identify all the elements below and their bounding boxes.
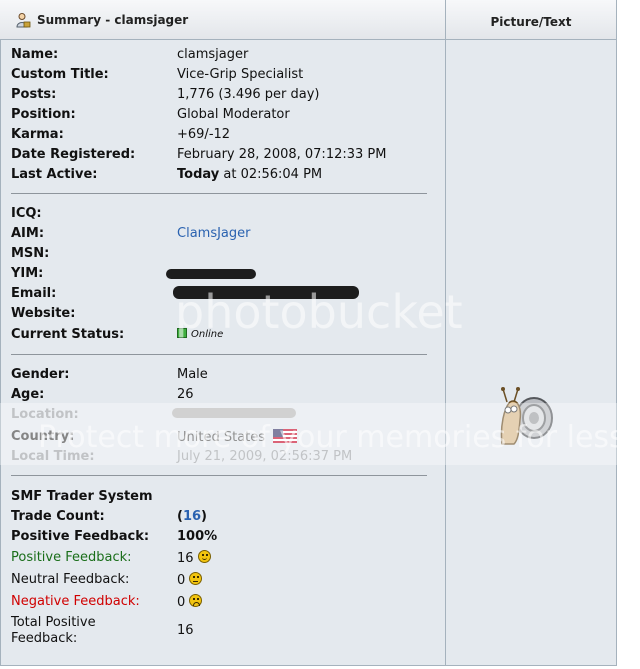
user-icon [16,13,31,28]
column-divider [445,0,446,665]
watermark-band [0,403,617,465]
trade-count-paren-close: ) [201,509,207,524]
positive-count: 16 [177,551,194,566]
neutral-count: 0 [177,573,186,588]
aim-link[interactable]: ClamsJager [177,226,251,241]
aim-label: AIM: [11,226,45,241]
summary-header: Summary - clamsjager [0,0,445,40]
custom-title-value: Vice-Grip Specialist [177,67,304,82]
karma-value: +69/-12 [177,127,231,142]
age-label: Age: [11,387,45,402]
date-registered-value: February 28, 2008, 07:12:33 PM [177,147,387,162]
position-label: Position: [11,107,76,122]
total-positive-label-line2: Feedback: [11,631,78,646]
website-label: Website: [11,306,76,321]
picture-text-header: Picture/Text [446,0,616,40]
online-text: Online [191,329,224,340]
total-positive-label-line1: Total Positive [11,615,96,630]
trade-count-value: (16) [177,509,207,524]
gender-value: Male [177,367,208,382]
msn-label: MSN: [11,246,50,261]
neutral-feedback-value: 0 [177,572,203,588]
custom-title-label: Custom Title: [11,67,109,82]
positive-feedback-percent-value: 100% [177,529,218,544]
divider [11,475,427,476]
last-active-today: Today [177,167,220,182]
trader-heading: SMF Trader System [11,489,153,504]
smiley-icon [197,550,211,563]
trade-count-link[interactable]: 16 [183,509,201,524]
redaction-yim [166,269,256,279]
negative-feedback-label[interactable]: Negative Feedback: [11,594,140,609]
last-active-value: Today at 02:56:04 PM [177,167,322,182]
last-active-time: at 02:56:04 PM [219,167,323,182]
positive-feedback-label[interactable]: Positive Feedback: [11,550,132,565]
gender-label: Gender: [11,367,70,382]
icq-label: ICQ: [11,206,42,221]
email-label: Email: [11,286,57,301]
trade-count-label: Trade Count: [11,509,105,524]
positive-feedback-percent-label: Positive Feedback: [11,529,150,544]
neutral-face-icon [189,572,203,585]
karma-label: Karma: [11,127,64,142]
summary-title: Summary - clamsjager [37,13,189,27]
last-active-label: Last Active: [11,167,98,182]
posts-value: 1,776 (3.496 per day) [177,87,320,102]
divider [11,193,427,194]
online-status: Online [177,328,223,340]
current-status-label: Current Status: [11,327,125,342]
positive-feedback-value: 16 [177,550,211,566]
sad-face-icon [189,594,203,607]
age-value: 26 [177,387,194,402]
divider [11,354,427,355]
negative-count: 0 [177,595,186,610]
online-icon [177,328,187,338]
date-registered-label: Date Registered: [11,147,136,162]
negative-feedback-value: 0 [177,594,203,610]
position-value: Global Moderator [177,107,290,122]
name-label: Name: [11,47,59,62]
total-positive-value: 16 [177,623,194,638]
yim-label: YIM: [11,266,44,281]
redaction-email [173,286,359,299]
name-value: clamsjager [177,47,249,62]
posts-label: Posts: [11,87,57,102]
neutral-feedback-label[interactable]: Neutral Feedback: [11,572,129,587]
